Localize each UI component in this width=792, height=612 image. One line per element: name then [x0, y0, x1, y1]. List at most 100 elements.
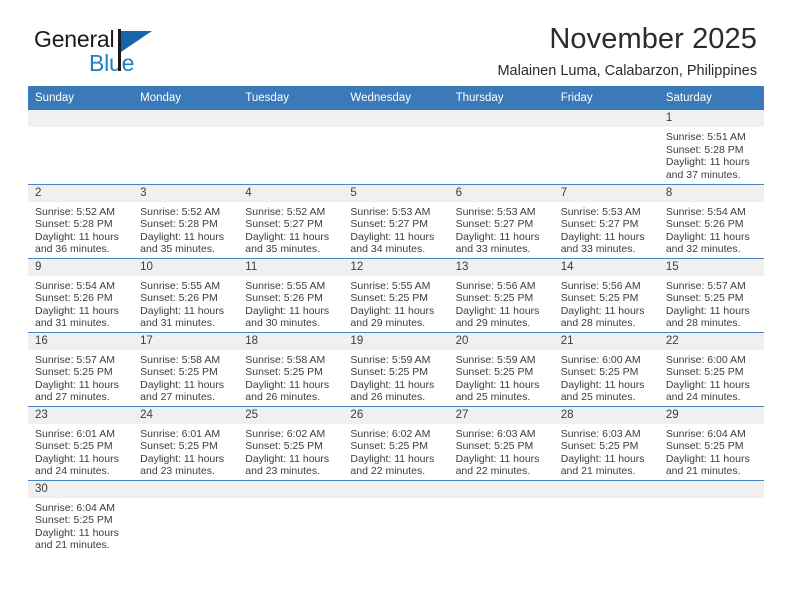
calendar-day-cell[interactable]: 29 Sunrise: 6:04 AM Sunset: 5:25 PM Dayligh…: [658, 406, 764, 481]
daylight-duration-line1: Daylight: 11 hours: [140, 452, 224, 465]
day-details: Sunrise: 6:00 AM Sunset: 5:25 PM Daylight:…: [554, 350, 659, 404]
sunrise-time: Sunrise: 5:55 AM: [350, 279, 431, 292]
calendar-day-cell[interactable]: 2 Sunrise: 5:52 AM Sunset: 5:28 PM Daylight…: [28, 184, 134, 259]
calendar-day-cell[interactable]: 9 Sunrise: 5:54 AM Sunset: 5:26 PM Daylight…: [28, 258, 134, 333]
calendar-day-cell[interactable]: 24 Sunrise: 6:01 AM Sunset: 5:25 PM Dayligh…: [133, 406, 239, 481]
daylight-duration-line1: Daylight: 11 hours: [560, 304, 645, 317]
weekday-header-saturday: Saturday: [658, 86, 764, 110]
daylight-duration-line1: Daylight: 11 hours: [35, 304, 119, 317]
sunrise-time: Sunrise: 6:01 AM: [35, 427, 115, 440]
calendar-day-cell[interactable]: 5 Sunrise: 5:53 AM Sunset: 5:27 PM Daylight…: [343, 184, 449, 259]
sunset-time: Sunset: 5:25 PM: [560, 292, 639, 305]
sunrise-time: Sunrise: 6:02 AM: [245, 427, 326, 440]
calendar-day-cell[interactable]: 25 Sunrise: 6:02 AM Sunset: 5:25 PM Dayligh…: [238, 406, 344, 481]
calendar-body: 1 Sunrise: 5:51 AM Sunset: 5:28 PM Daylight…: [28, 110, 764, 554]
sunset-time: Sunset: 5:25 PM: [350, 440, 429, 453]
day-details: Sunrise: 5:54 AM Sunset: 5:26 PM Daylight:…: [28, 276, 133, 330]
daylight-duration-line1: Daylight: 11 hours: [455, 230, 540, 243]
sunset-time: Sunset: 5:25 PM: [665, 292, 744, 305]
daylight-duration-line1: Daylight: 11 hours: [140, 230, 224, 243]
calendar-day-cell-empty: [448, 110, 554, 185]
day-details: Sunrise: 6:01 AM Sunset: 5:25 PM Daylight:…: [133, 424, 238, 478]
calendar-day-cell[interactable]: 16 Sunrise: 5:57 AM Sunset: 5:25 PM Dayligh…: [28, 332, 134, 407]
daylight-duration-line1: Daylight: 11 hours: [245, 304, 330, 317]
daylight-duration-line1: Daylight: 11 hours: [140, 304, 224, 317]
daylight-duration-line1: Daylight: 11 hours: [455, 378, 540, 391]
day-details: Sunrise: 5:52 AM Sunset: 5:27 PM Daylight:…: [238, 202, 343, 256]
calendar-day-cell-empty: [448, 480, 554, 554]
calendar-day-cell[interactable]: 8 Sunrise: 5:54 AM Sunset: 5:26 PM Daylight…: [658, 184, 764, 259]
daylight-duration-line1: Daylight: 11 hours: [665, 452, 750, 465]
day-number: [238, 480, 344, 498]
calendar-day-cell[interactable]: 11 Sunrise: 5:55 AM Sunset: 5:26 PM Dayligh…: [238, 258, 344, 333]
sunset-time: Sunset: 5:25 PM: [140, 440, 218, 453]
day-number: 18: [238, 332, 344, 350]
daylight-duration-line2: and 21 minutes.: [560, 465, 636, 478]
calendar-day-cell[interactable]: 18 Sunrise: 5:58 AM Sunset: 5:25 PM Dayligh…: [238, 332, 344, 407]
day-number: 21: [553, 332, 659, 350]
calendar-page: General Blue November 2025 Malainen Luma…: [0, 0, 792, 612]
daylight-duration-line1: Daylight: 11 hours: [560, 452, 645, 465]
calendar-day-cell[interactable]: 1 Sunrise: 5:51 AM Sunset: 5:28 PM Daylight…: [658, 110, 764, 185]
daylight-duration-line2: and 25 minutes.: [455, 391, 531, 404]
daylight-duration-line2: and 35 minutes.: [245, 243, 320, 256]
daylight-duration-line1: Daylight: 11 hours: [455, 304, 540, 317]
calendar-week-row: 16 Sunrise: 5:57 AM Sunset: 5:25 PM Dayligh…: [28, 332, 764, 407]
daylight-duration-line2: and 37 minutes.: [665, 168, 741, 181]
calendar-day-cell[interactable]: 6 Sunrise: 5:53 AM Sunset: 5:27 PM Daylight…: [448, 184, 554, 259]
day-details: Sunrise: 5:57 AM Sunset: 5:25 PM Daylight:…: [659, 276, 764, 330]
weekday-header-thursday: Thursday: [448, 86, 554, 110]
sunset-time: Sunset: 5:25 PM: [665, 440, 744, 453]
daylight-duration-line1: Daylight: 11 hours: [665, 378, 750, 391]
daylight-duration-line1: Daylight: 11 hours: [350, 378, 435, 391]
calendar-day-cell[interactable]: 17 Sunrise: 5:58 AM Sunset: 5:25 PM Dayligh…: [133, 332, 239, 407]
daylight-duration-line1: Daylight: 11 hours: [560, 230, 645, 243]
calendar-day-cell[interactable]: 22 Sunrise: 6:00 AM Sunset: 5:25 PM Dayligh…: [658, 332, 764, 407]
day-details: Sunrise: 5:58 AM Sunset: 5:25 PM Daylight:…: [133, 350, 238, 404]
calendar-day-cell[interactable]: 13 Sunrise: 5:56 AM Sunset: 5:25 PM Dayligh…: [448, 258, 554, 333]
calendar-day-cell[interactable]: 20 Sunrise: 5:59 AM Sunset: 5:25 PM Dayligh…: [448, 332, 554, 407]
daylight-duration-line2: and 21 minutes.: [35, 539, 110, 552]
calendar-day-cell[interactable]: 23 Sunrise: 6:01 AM Sunset: 5:25 PM Dayligh…: [28, 406, 134, 481]
weekday-header-sunday: Sunday: [28, 86, 134, 110]
day-details: Sunrise: 5:55 AM Sunset: 5:26 PM Daylight:…: [238, 276, 343, 330]
daylight-duration-line2: and 29 minutes.: [455, 317, 531, 330]
sunset-time: Sunset: 5:25 PM: [455, 366, 534, 379]
daylight-duration-line2: and 25 minutes.: [560, 391, 636, 404]
calendar-day-cell[interactable]: 4 Sunrise: 5:52 AM Sunset: 5:27 PM Daylight…: [238, 184, 344, 259]
calendar-day-cell[interactable]: 26 Sunrise: 6:02 AM Sunset: 5:25 PM Dayligh…: [343, 406, 449, 481]
general-blue-logo[interactable]: General Blue: [34, 28, 214, 80]
daylight-duration-line2: and 33 minutes.: [560, 243, 636, 256]
daylight-duration-line1: Daylight: 11 hours: [140, 378, 224, 391]
sunrise-time: Sunrise: 5:57 AM: [35, 353, 115, 366]
calendar-week-row: 1 Sunrise: 5:51 AM Sunset: 5:28 PM Daylight…: [28, 110, 764, 185]
calendar-day-cell[interactable]: 19 Sunrise: 5:59 AM Sunset: 5:25 PM Dayligh…: [343, 332, 449, 407]
calendar-day-cell[interactable]: 3 Sunrise: 5:52 AM Sunset: 5:28 PM Daylight…: [133, 184, 239, 259]
day-number: 22: [658, 332, 764, 350]
sunrise-time: Sunrise: 5:58 AM: [140, 353, 221, 366]
calendar-week-row: 9 Sunrise: 5:54 AM Sunset: 5:26 PM Daylight…: [28, 258, 764, 333]
weekday-header-row: Sunday Monday Tuesday Wednesday Thursday…: [28, 86, 764, 110]
daylight-duration-line2: and 35 minutes.: [140, 243, 215, 256]
sunrise-time: Sunrise: 5:53 AM: [560, 205, 641, 218]
day-number: [28, 110, 134, 127]
day-number: 29: [658, 406, 764, 424]
sunset-time: Sunset: 5:26 PM: [35, 292, 113, 305]
calendar-day-cell[interactable]: 27 Sunrise: 6:03 AM Sunset: 5:25 PM Dayligh…: [448, 406, 554, 481]
calendar-day-cell[interactable]: 7 Sunrise: 5:53 AM Sunset: 5:27 PM Daylight…: [553, 184, 659, 259]
calendar-day-cell-empty: [553, 110, 659, 185]
daylight-duration-line2: and 28 minutes.: [560, 317, 636, 330]
day-details: Sunrise: 6:00 AM Sunset: 5:25 PM Daylight:…: [659, 350, 764, 404]
page-header: General Blue November 2025 Malainen Luma…: [28, 0, 764, 80]
calendar-day-cell[interactable]: 15 Sunrise: 5:57 AM Sunset: 5:25 PM Dayligh…: [658, 258, 764, 333]
calendar-day-cell-empty: [343, 480, 449, 554]
sunrise-time: Sunrise: 6:04 AM: [665, 427, 746, 440]
calendar-day-cell[interactable]: 28 Sunrise: 6:03 AM Sunset: 5:25 PM Dayligh…: [553, 406, 659, 481]
calendar-day-cell[interactable]: 12 Sunrise: 5:55 AM Sunset: 5:25 PM Dayligh…: [343, 258, 449, 333]
sunrise-time: Sunrise: 6:00 AM: [665, 353, 746, 366]
day-number: 15: [658, 258, 764, 276]
calendar-day-cell[interactable]: 21 Sunrise: 6:00 AM Sunset: 5:25 PM Dayligh…: [553, 332, 659, 407]
calendar-day-cell[interactable]: 14 Sunrise: 5:56 AM Sunset: 5:25 PM Dayligh…: [553, 258, 659, 333]
calendar-day-cell[interactable]: 30 Sunrise: 6:04 AM Sunset: 5:25 PM Dayligh…: [28, 480, 134, 554]
calendar-day-cell[interactable]: 10 Sunrise: 5:55 AM Sunset: 5:26 PM Dayligh…: [133, 258, 239, 333]
